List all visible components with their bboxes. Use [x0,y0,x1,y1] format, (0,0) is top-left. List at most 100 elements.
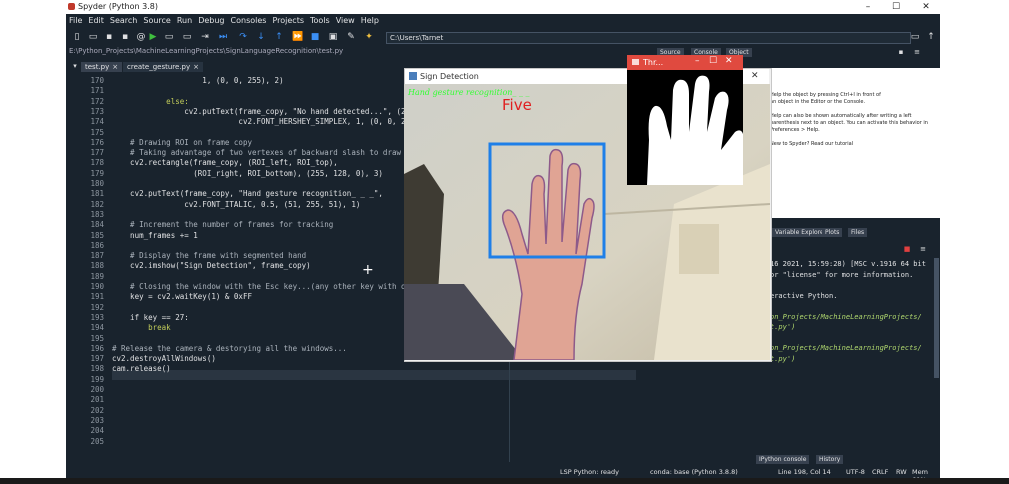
minimize-icon[interactable]: – [856,0,880,14]
line-number: 178 [90,158,104,168]
menu-view[interactable]: View [333,14,358,25]
working-directory-input[interactable]: C:\Users\Tarnet [386,32,911,44]
save-all-icon[interactable]: ▪ [120,32,130,42]
opencv-window-icon [409,72,417,80]
line-number: 174 [90,117,104,127]
run-cell-advance-icon[interactable]: ▭ [182,32,192,42]
code-line: # Increment the number of frames for tra… [112,220,334,230]
line-number: 182 [90,199,104,209]
code-line: else: [112,96,189,106]
threshold-titlebar[interactable]: Thr... – ☐ ✕ [627,55,743,70]
code-line: cv2.FONT_HERSHEY_SIMPLEX, 1, (0, 0, 255)… [112,117,438,127]
lock-icon[interactable]: ▪ [896,47,906,57]
prediction-label: Five [502,96,532,114]
step-icon[interactable]: ↷ [238,32,248,42]
run-selection-icon[interactable]: ⇥ [200,32,210,42]
code-line: # Drawing ROI on frame copy [112,137,252,147]
preferences-icon[interactable]: ✎ [346,32,356,42]
line-number: 196 [90,343,104,353]
line-number: 175 [90,127,104,137]
options-icon[interactable]: ≡ [912,47,922,57]
run-cell-icon[interactable]: ▭ [164,32,174,42]
code-line: num_frames += 1 [112,230,198,240]
maximize-pane-icon[interactable]: ▣ [328,32,338,42]
browse-folder-icon[interactable]: ▭ [910,32,920,42]
tab-variable-explorer[interactable]: Variable Explorer [772,228,830,237]
line-number: 194 [90,323,104,333]
line-number: 191 [90,292,104,302]
status-memory: Mem 60% [912,468,928,478]
menu-help[interactable]: Help [358,14,382,25]
help-line: an object in the Editor or the Console. [770,99,866,105]
run-icon[interactable]: ▶ [148,32,158,42]
console-scrollbar[interactable] [934,258,939,378]
tab-test-py[interactable]: test.py × [81,62,123,72]
step-into-icon[interactable]: ↓ [256,32,266,42]
console-line: eractive Python. [770,291,838,300]
tab-ipython-console[interactable]: IPython console [756,455,810,464]
close-icon[interactable]: ✕ [914,0,938,14]
menu-file[interactable]: File [66,14,85,25]
menu-debug[interactable]: Debug [195,14,227,25]
python-path-icon[interactable]: ✦ [364,32,374,42]
line-number: 197 [90,354,104,364]
mouse-cursor-icon: + [362,262,374,278]
code-line: if key == 27: [112,312,189,322]
code-line: break [112,323,171,333]
menu-tools[interactable]: Tools [307,14,333,25]
line-number: 179 [90,168,104,178]
tab-plots[interactable]: Plots [822,228,843,237]
line-number: 170 [90,76,104,85]
line-number: 189 [90,271,104,281]
tab-list-icon[interactable]: ▾ [70,61,80,71]
line-number: 171 [90,86,104,96]
tab-history[interactable]: History [816,455,844,464]
line-number: 199 [90,374,104,384]
help-line: parenthesis next to an object. You can a… [770,120,928,126]
new-file-icon[interactable]: ▯ [72,32,82,42]
continue-icon[interactable]: ⏩ [292,32,303,42]
menu-source[interactable]: Source [140,14,173,25]
parent-dir-icon[interactable]: ↑ [926,32,936,42]
help-line: Help the object by pressing Ctrl+I in fr… [770,92,881,98]
sign-window-close-icon[interactable]: ✕ [751,71,759,81]
help-line: Help can also be shown automatically aft… [770,113,912,119]
threshold-close-icon[interactable]: ✕ [725,56,733,66]
status-eol: CRLF [872,468,889,476]
status-bar: LSP Python: ready conda: base (Python 3.… [66,466,940,478]
console-options-icon[interactable]: ≡ [918,244,928,254]
tab-close-icon[interactable]: × [112,63,118,71]
tab-create-gesture-py[interactable]: create_gesture.py × [123,62,204,72]
stop-debug-icon[interactable]: ■ [310,32,320,42]
tab-close-icon[interactable]: × [193,63,199,71]
line-number: 202 [90,405,104,415]
save-icon[interactable]: ▪ [104,32,114,42]
threshold-window [627,55,743,185]
at-icon[interactable]: @ [136,32,146,42]
menu-edit[interactable]: Edit [85,14,107,25]
line-number: 186 [90,240,104,250]
current-line-highlight [112,370,636,380]
line-number: 193 [90,312,104,322]
debug-icon[interactable]: ⏭ [218,32,228,42]
code-line: cv2.imshow("Sign Detection", frame_copy) [112,261,311,271]
threshold-title: Thr... [643,58,664,67]
threshold-minimize-icon[interactable]: – [695,56,700,66]
menu-projects[interactable]: Projects [269,14,307,25]
help-line: Preferences > Help. [770,127,820,133]
threshold-maximize-icon[interactable]: ☐ [709,56,717,66]
step-return-icon[interactable]: ↑ [274,32,284,42]
line-number: 200 [90,385,104,394]
taskbar-edge [0,478,1009,484]
interrupt-kernel-icon[interactable]: ■ [902,244,912,254]
menu-run[interactable]: Run [174,14,195,25]
menu-search[interactable]: Search [107,14,140,25]
open-file-icon[interactable]: ▭ [88,32,98,42]
code-line: # Release the camera & destorying all th… [112,343,347,353]
console-line: or "license" for more information. [770,270,914,279]
threshold-image [627,70,743,185]
maximize-icon[interactable]: ☐ [884,0,908,14]
line-number: 183 [90,209,104,219]
tab-files[interactable]: Files [848,228,868,237]
menu-consoles[interactable]: Consoles [228,14,270,25]
